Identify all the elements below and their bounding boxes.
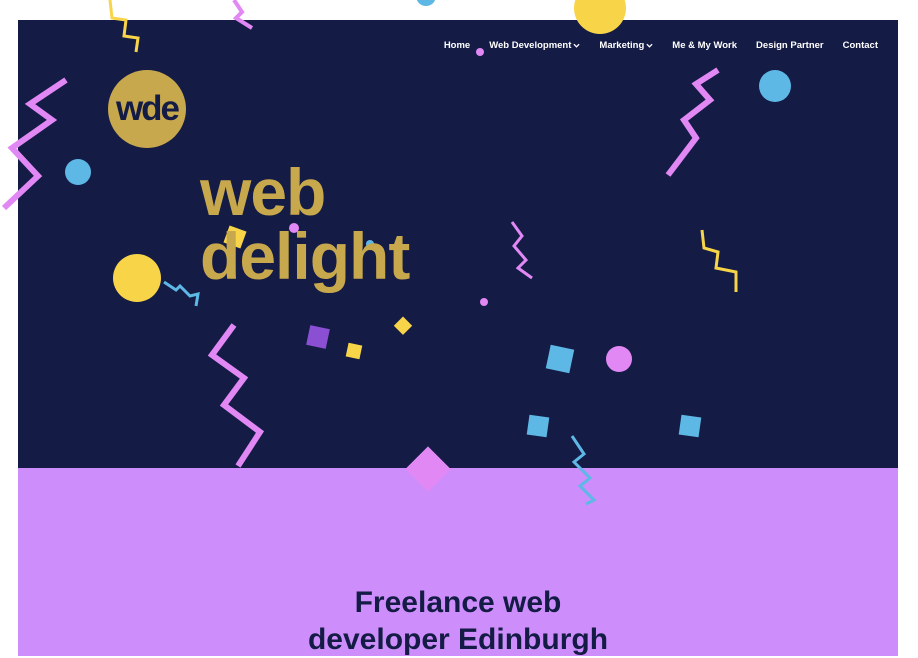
nav-item-marketing[interactable]: Marketing bbox=[599, 40, 653, 51]
nav-item-home[interactable]: Home bbox=[444, 40, 470, 51]
nav-item-label: Me & My Work bbox=[672, 39, 738, 51]
nav-item-me-my-work[interactable]: Me & My Work bbox=[672, 40, 737, 51]
nav-item-label: Contact bbox=[842, 39, 878, 51]
hero-headline-line1: web bbox=[200, 155, 326, 229]
main-nav: Home Web Development Marketing Me & My W… bbox=[425, 38, 878, 52]
logo-text: wde bbox=[115, 89, 180, 128]
nav-item-label: Design Partner bbox=[756, 39, 824, 51]
nav-item-design-partner[interactable]: Design Partner bbox=[756, 40, 824, 51]
nav-item-contact[interactable]: Contact bbox=[843, 40, 878, 51]
hero-headline-line2: delight bbox=[200, 219, 410, 293]
chevron-down-icon bbox=[573, 43, 580, 48]
intro-heading-line2: developer Edinburgh bbox=[307, 623, 609, 656]
nav-item-label: Marketing bbox=[599, 39, 645, 51]
nav-item-label: Web Development bbox=[489, 39, 572, 51]
hero-headline: web delight bbox=[200, 155, 410, 293]
chevron-down-icon bbox=[646, 43, 653, 48]
nav-item-web-development[interactable]: Web Development bbox=[489, 40, 580, 51]
intro-heading: Freelance web developer Edinburgh bbox=[18, 584, 898, 658]
site-logo[interactable]: wde bbox=[108, 70, 186, 148]
nav-item-label: Home bbox=[443, 39, 471, 51]
blue-circle-decoration bbox=[416, 0, 436, 6]
intro-heading-line1: Freelance web bbox=[354, 586, 562, 619]
